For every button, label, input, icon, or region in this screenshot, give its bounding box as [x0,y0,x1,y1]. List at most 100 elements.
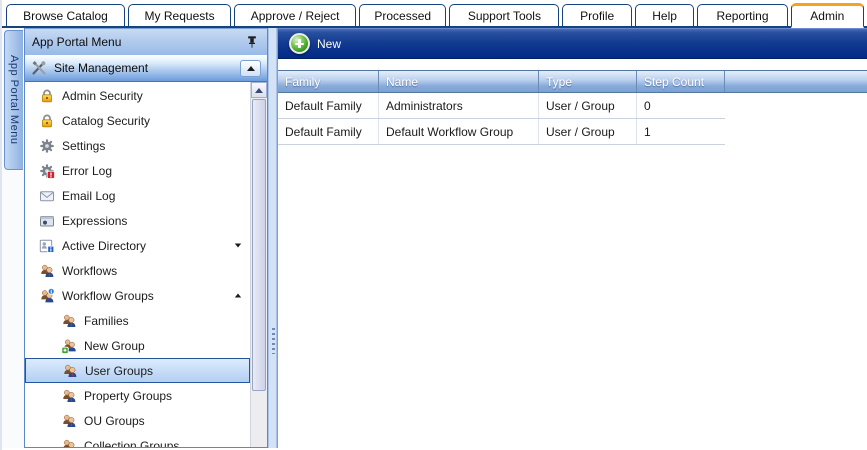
sidebar-splitter[interactable] [268,28,277,448]
column-header-name[interactable]: Name [379,71,539,92]
people-icon [39,263,55,279]
tab-label: Browse Catalog [23,9,108,23]
item-label: Expressions [62,214,242,228]
sidebar-title: App Portal Menu [32,35,244,49]
tab-profile[interactable]: Profile [562,4,631,26]
item-label: Email Log [62,189,242,203]
sidebar-item-active-directory[interactable]: Active Directory [25,233,250,258]
cell-name: Administrators [379,93,539,118]
sidebar-item-new-group[interactable]: New Group [25,333,250,358]
content-area: New Family Name Type Step Count Default … [277,28,867,448]
people-add-icon [61,338,77,354]
item-label: OU Groups [84,414,242,428]
tab-label: Help [652,9,677,23]
cell-name: Default Workflow Group [379,119,539,144]
people-icon [61,313,77,329]
tab-label: Approve / Reject [251,9,340,23]
app-portal-menu-vertical-tab[interactable]: App Portal Menu [4,30,23,170]
item-label: Workflow Groups [62,289,227,303]
column-header-step-count[interactable]: Step Count [637,71,725,92]
item-label: Admin Security [62,89,242,103]
tab-approve-reject[interactable]: Approve / Reject [234,4,356,26]
grid-header-row: Family Name Type Step Count [278,70,867,93]
splitter-grip-icon [272,328,275,354]
sidebar-item-user-groups[interactable]: User Groups [25,358,250,383]
tab-reporting[interactable]: Reporting [697,4,787,26]
people-icon [61,438,77,448]
item-label: Error Log [62,164,242,178]
tab-support-tools[interactable]: Support Tools [449,4,559,26]
cell-type: User / Group [539,93,637,118]
sidebar-item-expressions[interactable]: Expressions [25,208,250,233]
item-label: Collection Groups [84,439,242,448]
pin-icon[interactable] [244,35,260,49]
column-label: Family [285,75,320,89]
sidebar-list: Admin Security Catalog Security [25,83,250,447]
sidebar-item-workflow-groups[interactable]: Workflow Groups [25,283,250,308]
tab-browse-catalog[interactable]: Browse Catalog [6,4,125,26]
item-label: Workflows [62,264,242,278]
people-info-icon [39,288,55,304]
cell-family: Default Family [278,119,379,144]
item-label: Property Groups [84,389,242,403]
item-label: Catalog Security [62,114,242,128]
tab-my-requests[interactable]: My Requests [128,4,231,26]
tab-label: Support Tools [468,9,541,23]
new-button[interactable]: New [287,31,349,56]
tab-label: Admin [810,9,844,23]
column-header-family[interactable]: Family [278,71,379,92]
gear-error-icon [39,163,55,179]
sidebar-body: Admin Security Catalog Security [25,82,267,447]
sidebar-item-workflows[interactable]: Workflows [25,258,250,283]
chevron-up-icon [235,294,241,298]
top-tab-bar: Browse Catalog My Requests Approve / Rej… [2,0,867,28]
tab-processed[interactable]: Processed [359,4,446,26]
item-label: Families [84,314,242,328]
tab-help[interactable]: Help [635,4,695,26]
item-label: User Groups [85,364,241,378]
item-label: New Group [84,339,242,353]
table-row[interactable]: Default Family Default Workflow Group Us… [278,119,725,145]
cell-step-count: 1 [637,119,725,144]
table-row[interactable]: Default Family Administrators User / Gro… [278,93,725,119]
column-label: Step Count [644,75,704,89]
scrollbar-up-button[interactable] [251,82,267,98]
sidebar-item-settings[interactable]: Settings [25,133,250,158]
grid-body: Default Family Administrators User / Gro… [278,93,725,145]
tab-label: My Requests [145,9,215,23]
main-region: App Portal Menu App Portal Menu [2,28,867,448]
directory-icon [39,238,55,254]
lock-icon [39,88,55,104]
sidebar-item-collection-groups[interactable]: Collection Groups [25,433,250,447]
people-icon [61,388,77,404]
sidebar-item-catalog-security[interactable]: Catalog Security [25,108,250,133]
tab-label: Profile [580,9,614,23]
scrollbar-thumb[interactable] [252,99,266,391]
sidebar-item-families[interactable]: Families [25,308,250,333]
section-collapse-button[interactable] [240,60,261,77]
add-plus-icon [289,33,310,54]
edge-strip: App Portal Menu [2,28,24,448]
sidebar-item-email-log[interactable]: Email Log [25,183,250,208]
expressions-icon [39,213,55,229]
gear-icon [39,138,55,154]
cell-type: User / Group [539,119,637,144]
scroll-up-arrow-icon [255,88,263,93]
tab-admin[interactable]: Admin [791,3,864,28]
sidebar-group-site-management[interactable]: Site Management [25,55,267,82]
workflow-groups-grid: Family Name Type Step Count Default Fami… [278,70,867,145]
cell-step-count: 0 [637,93,725,118]
email-icon [39,188,55,204]
vertical-tab-label: App Portal Menu [8,55,20,144]
sidebar-item-error-log[interactable]: Error Log [25,158,250,183]
cell-family: Default Family [278,93,379,118]
sidebar-item-ou-groups[interactable]: OU Groups [25,408,250,433]
tab-label: Reporting [716,9,768,23]
section-title: Site Management [54,61,233,75]
column-label: Type [546,75,572,89]
sidebar-item-property-groups[interactable]: Property Groups [25,383,250,408]
chevron-up-icon [247,66,255,71]
sidebar-item-admin-security[interactable]: Admin Security [25,83,250,108]
column-header-type[interactable]: Type [539,71,637,92]
item-label: Active Directory [62,239,227,253]
